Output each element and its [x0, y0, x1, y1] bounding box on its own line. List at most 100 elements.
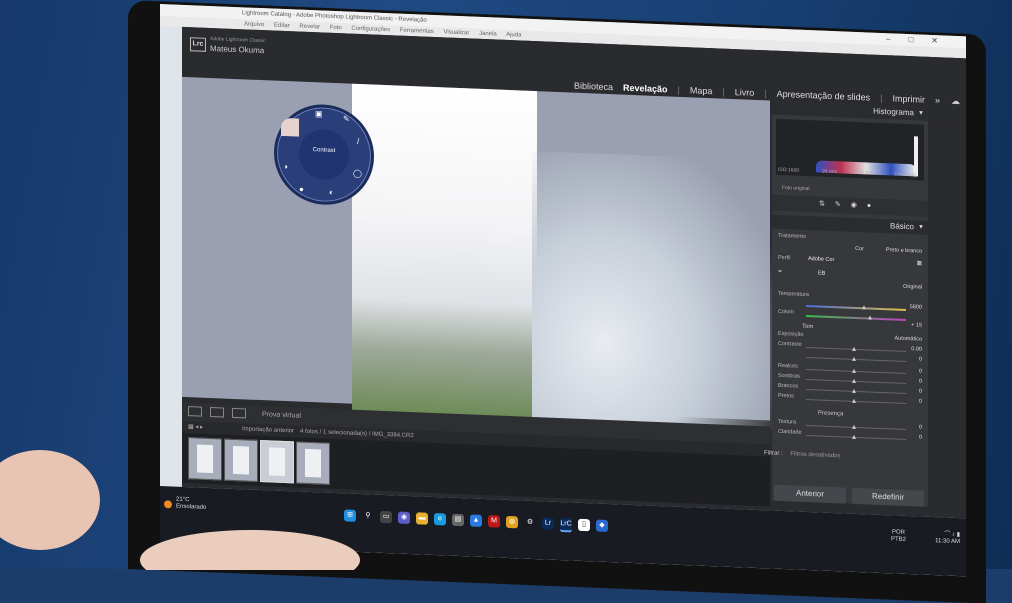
highlights-value[interactable]: 0 [919, 368, 922, 374]
mcafee-icon[interactable]: M [488, 515, 500, 528]
circle-icon[interactable]: ◯ [353, 169, 362, 178]
virtual-copy-label[interactable]: Prova virtual [262, 406, 301, 426]
shadows-slider[interactable] [806, 378, 906, 384]
profile-browser-icon[interactable]: ▦ [917, 260, 922, 266]
highlights-slider[interactable] [806, 368, 906, 374]
clarity-value[interactable]: 0 [919, 434, 922, 440]
notes-icon[interactable]: ▯ [578, 518, 590, 532]
original-photo-label[interactable]: Foto original [782, 185, 810, 192]
system-tray[interactable]: ⌒ ♪ ▮ 11:30 AM [935, 531, 960, 546]
language-indicator[interactable]: POR PTB2 [891, 529, 906, 544]
taskbar-apps: ⊞ ⚲ ▭ ◉ ▬ e ▤ ▲ M ◍ ⚙ Lr LrC ▯ ◆ [344, 509, 608, 534]
loupe-view-button[interactable] [188, 406, 202, 417]
before-after-button[interactable] [209, 407, 224, 418]
menu-configuracoes[interactable]: Configurações [351, 26, 390, 34]
wb-select[interactable]: Original [903, 284, 922, 291]
treatment-bw[interactable]: Preto e branco [886, 247, 922, 254]
menu-editar[interactable]: Editar [274, 23, 290, 30]
slider-knob[interactable] [852, 424, 856, 429]
chrome-icon[interactable]: ◍ [506, 515, 518, 529]
slider-knob[interactable] [862, 305, 866, 310]
collapse-icon[interactable]: ▼ [918, 106, 924, 120]
brush-icon[interactable]: / [357, 137, 359, 146]
tint-slider[interactable] [806, 314, 906, 321]
brush-tool-icon[interactable]: ✎ [835, 201, 851, 209]
slider-knob[interactable] [852, 346, 856, 351]
menu-arquivo[interactable]: Arquivo [244, 21, 264, 28]
pen-icon[interactable]: ✎ [343, 114, 350, 123]
basic-header[interactable]: Básico ▼ [772, 214, 928, 235]
treatment-color[interactable]: Cor [855, 246, 864, 252]
menu-ferramentas[interactable]: Ferramentas [400, 28, 434, 35]
contrast-slider[interactable] [806, 356, 906, 362]
keyboard-layout: PTB2 [890, 536, 906, 543]
auto-button[interactable]: Automático [894, 335, 922, 342]
module-biblioteca[interactable]: Biblioteca [574, 81, 613, 93]
module-livro[interactable]: Livro [735, 87, 755, 98]
dot-icon[interactable]: ● [299, 185, 304, 194]
previous-button[interactable]: Anterior [774, 484, 846, 504]
store-icon[interactable]: ▤ [452, 513, 464, 527]
histogram[interactable]: ISO 1600 24 mm f / 8.0 1/400 seg [776, 118, 924, 181]
cloud-icon[interactable]: ☁ [951, 96, 960, 107]
menu-foto[interactable]: Foto [330, 25, 342, 31]
chat-icon[interactable]: ◉ [398, 511, 410, 525]
radial-selected-segment[interactable] [281, 117, 299, 137]
clock-time[interactable]: 11:30 AM [935, 538, 960, 546]
heal-icon[interactable]: ⇅ [819, 200, 835, 208]
settings-icon[interactable]: ⚙ [524, 517, 536, 529]
contrast-icon[interactable]: ◑ [283, 162, 288, 171]
module-imprimir[interactable]: Imprimir [892, 93, 925, 104]
module-mapa[interactable]: Mapa [690, 85, 713, 96]
exposure-value[interactable]: 0.00 [911, 346, 922, 352]
texture-value[interactable]: 0 [919, 424, 922, 430]
reset-button[interactable]: Redefinir [852, 487, 924, 507]
exposure-slider[interactable] [806, 346, 906, 352]
temperature-value[interactable]: 5800 [910, 304, 922, 310]
menu-revelar[interactable]: Revelar [299, 24, 320, 31]
slider-knob[interactable] [852, 378, 856, 383]
menu-janela[interactable]: Janela [479, 31, 497, 38]
tint-value[interactable]: + 15 [911, 322, 922, 328]
menu-ajuda[interactable]: Ajuda [506, 32, 521, 39]
whites-slider[interactable] [806, 388, 906, 394]
slider-knob[interactable] [852, 388, 856, 393]
task-view-icon[interactable]: ▭ [380, 510, 392, 524]
lightroom-icon[interactable]: Lr [542, 517, 554, 530]
module-revelacao[interactable]: Revelação [623, 83, 668, 95]
clarity-slider[interactable] [806, 434, 906, 440]
lightroom-classic-icon[interactable]: LrC [560, 518, 572, 533]
photos-icon[interactable]: ▲ [470, 514, 482, 527]
slider-knob[interactable] [852, 356, 856, 361]
filter-label: Filtrar : [764, 450, 783, 458]
slider-knob[interactable] [852, 398, 856, 403]
photo-fog [532, 150, 772, 431]
eyedropper-icon[interactable]: ✒ [778, 269, 783, 275]
contrast-value[interactable]: 0 [919, 356, 922, 362]
profile-select[interactable]: Adobe Cor [808, 256, 834, 263]
module-separator: | [677, 84, 680, 95]
slider-knob[interactable] [852, 434, 856, 439]
collapse-icon[interactable]: ▼ [918, 220, 924, 234]
user-name[interactable]: Mateus Okuma [210, 44, 264, 55]
edge-icon[interactable]: e [434, 513, 446, 526]
app-icon[interactable]: ◆ [596, 519, 608, 532]
slider-knob[interactable] [868, 315, 872, 320]
shadows-label: Sombras [778, 372, 801, 380]
slider-knob[interactable] [852, 368, 856, 373]
photo-canvas[interactable]: Contrast ▣ ✎ / ◯ ◐ ● ◑ [182, 76, 772, 431]
blacks-slider[interactable] [806, 398, 906, 404]
texture-slider[interactable] [806, 424, 906, 430]
whites-value[interactable]: 0 [919, 388, 922, 394]
explorer-icon[interactable]: ▬ [416, 512, 428, 525]
mask-tool-icon[interactable]: ● [867, 202, 881, 210]
mask-icon[interactable]: ◐ [329, 188, 334, 197]
blacks-value[interactable]: 0 [919, 398, 922, 404]
redeye-icon[interactable]: ◉ [851, 202, 867, 210]
menu-visualizar[interactable]: Visualizar [443, 29, 469, 36]
radial-center[interactable] [299, 128, 349, 181]
shadows-value[interactable]: 0 [919, 378, 922, 384]
compare-button[interactable] [231, 408, 246, 419]
more-modules-icon[interactable]: » [935, 95, 940, 105]
crop-icon[interactable]: ▣ [315, 109, 323, 118]
